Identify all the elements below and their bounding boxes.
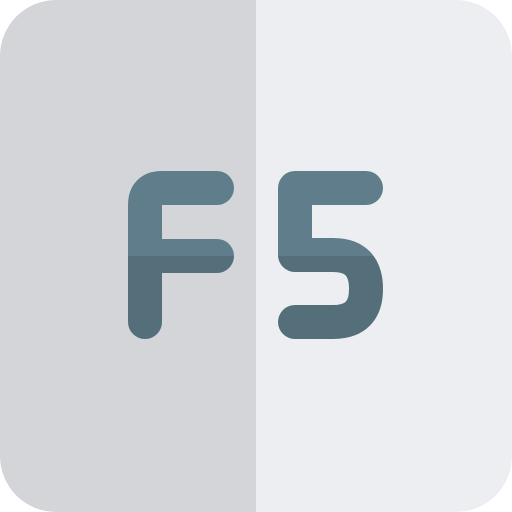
f5-key-icon: F5 bbox=[0, 0, 512, 512]
key-cap bbox=[0, 0, 512, 512]
f5-key-svg bbox=[0, 0, 512, 512]
